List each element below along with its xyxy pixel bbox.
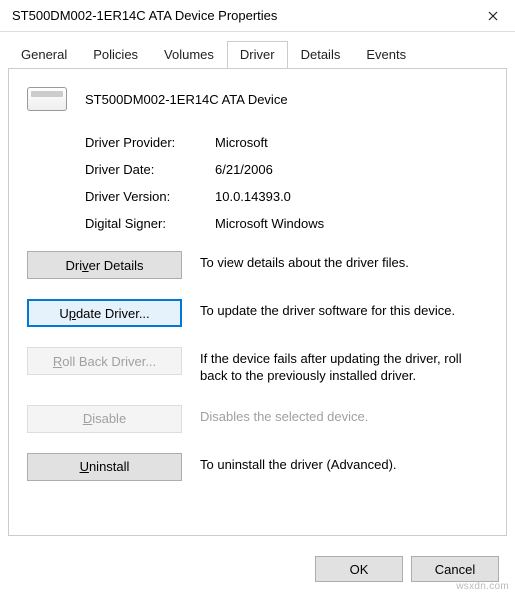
uninstall-row: Uninstall To uninstall the driver (Advan… (27, 453, 488, 481)
uninstall-button[interactable]: Uninstall (27, 453, 182, 481)
device-name: ST500DM002-1ER14C ATA Device (85, 92, 288, 107)
driver-date-row: Driver Date: 6/21/2006 (27, 162, 488, 177)
roll-back-driver-row: Roll Back Driver... If the device fails … (27, 347, 488, 385)
tab-details[interactable]: Details (288, 41, 354, 68)
watermark: wsxdn.com (456, 581, 509, 592)
tab-policies[interactable]: Policies (80, 41, 151, 68)
disable-button: Disable (27, 405, 182, 433)
driver-provider-row: Driver Provider: Microsoft (27, 135, 488, 150)
tab-strip: General Policies Volumes Driver Details … (0, 32, 515, 68)
driver-details-description: To view details about the driver files. (200, 251, 488, 272)
tab-general[interactable]: General (8, 41, 80, 68)
update-driver-row: Update Driver... To update the driver so… (27, 299, 488, 327)
driver-version-label: Driver Version: (85, 189, 215, 204)
digital-signer-label: Digital Signer: (85, 216, 215, 231)
driver-version-row: Driver Version: 10.0.14393.0 (27, 189, 488, 204)
driver-provider-value: Microsoft (215, 135, 268, 150)
disk-drive-icon (27, 87, 67, 111)
update-driver-description: To update the driver software for this d… (200, 299, 488, 320)
tab-driver[interactable]: Driver (227, 41, 288, 69)
digital-signer-value: Microsoft Windows (215, 216, 324, 231)
titlebar: ST500DM002-1ER14C ATA Device Properties (0, 0, 515, 32)
driver-tab-panel: ST500DM002-1ER14C ATA Device Driver Prov… (8, 68, 507, 536)
dialog-footer: OK Cancel (315, 556, 499, 582)
driver-provider-label: Driver Provider: (85, 135, 215, 150)
driver-version-value: 10.0.14393.0 (215, 189, 291, 204)
driver-date-value: 6/21/2006 (215, 162, 273, 177)
ok-button[interactable]: OK (315, 556, 403, 582)
tab-volumes[interactable]: Volumes (151, 41, 227, 68)
uninstall-description: To uninstall the driver (Advanced). (200, 453, 488, 474)
disable-description: Disables the selected device. (200, 405, 488, 426)
window-title: ST500DM002-1ER14C ATA Device Properties (12, 8, 277, 23)
cancel-button[interactable]: Cancel (411, 556, 499, 582)
digital-signer-row: Digital Signer: Microsoft Windows (27, 216, 488, 231)
driver-details-button[interactable]: Driver Details (27, 251, 182, 279)
disable-row: Disable Disables the selected device. (27, 405, 488, 433)
tab-events[interactable]: Events (353, 41, 419, 68)
update-driver-button[interactable]: Update Driver... (27, 299, 182, 327)
driver-details-row: Driver Details To view details about the… (27, 251, 488, 279)
roll-back-driver-description: If the device fails after updating the d… (200, 347, 488, 385)
close-icon[interactable] (471, 0, 515, 32)
driver-date-label: Driver Date: (85, 162, 215, 177)
device-header: ST500DM002-1ER14C ATA Device (27, 87, 488, 111)
roll-back-driver-button: Roll Back Driver... (27, 347, 182, 375)
